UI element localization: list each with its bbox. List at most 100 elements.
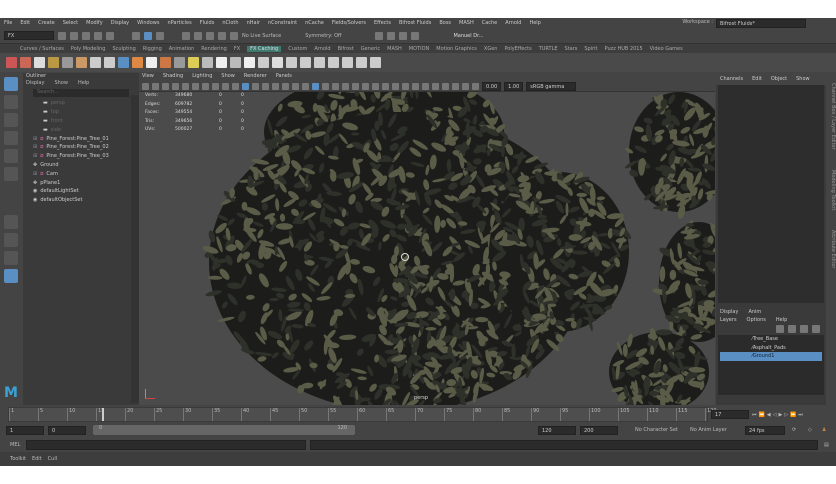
shelf-tab[interactable]: FX Caching <box>247 45 282 52</box>
viewport-tool-icon[interactable] <box>322 82 329 90</box>
viewport-tool-icon[interactable] <box>262 82 269 90</box>
render-settings-icon[interactable] <box>399 31 408 40</box>
outliner-search-input[interactable]: Search... <box>33 89 129 97</box>
layer-row[interactable]: ⁄ Tree_Base <box>720 335 822 344</box>
viewport-tool-icon[interactable] <box>342 82 349 90</box>
outliner-item[interactable]: ▬ persp <box>23 99 139 108</box>
menu-ncache[interactable]: nCache <box>305 20 324 26</box>
shelf-tool-icon[interactable] <box>244 57 255 68</box>
step-back-icon[interactable]: ◀ <box>767 412 771 418</box>
layer-menu-item[interactable]: Help <box>776 317 787 325</box>
symmetry-dropdown[interactable]: Symmetry: Off <box>305 33 341 39</box>
open-scene-icon[interactable] <box>70 31 78 40</box>
menu-cache[interactable]: Cache <box>482 20 498 26</box>
viewport-tool-icon[interactable] <box>212 82 219 90</box>
viewport-menu-item[interactable]: Shading <box>163 73 183 81</box>
shelf-tool-icon[interactable] <box>314 57 325 68</box>
mel-label[interactable]: MEL <box>10 442 20 448</box>
shelf-tab[interactable]: FX <box>234 46 240 52</box>
layer-row[interactable]: ⁄ Ground1 <box>720 352 822 361</box>
move-layer-up-icon[interactable] <box>800 325 808 333</box>
viewport-tool-icon[interactable] <box>222 82 229 90</box>
viewport-tool-icon[interactable] <box>302 82 309 90</box>
viewport-tool-icon[interactable] <box>372 82 379 90</box>
outliner-scrollbar[interactable] <box>131 95 139 403</box>
shelf-tool-icon[interactable] <box>34 57 45 68</box>
viewport-tool-icon[interactable] <box>462 82 469 90</box>
shelf-tab[interactable]: Animation <box>169 46 195 52</box>
manipulator-icon[interactable] <box>401 253 409 261</box>
viewport-menu-item[interactable]: View <box>142 73 154 81</box>
side-tab[interactable]: Attribute Editor <box>826 230 836 268</box>
viewport-tool-icon[interactable] <box>472 82 479 90</box>
current-time-marker[interactable] <box>101 408 104 421</box>
shelf-tab[interactable]: MASH <box>387 46 402 52</box>
ipr-render-icon[interactable] <box>387 31 396 40</box>
viewport-tool-icon[interactable] <box>412 82 419 90</box>
shelf-tool-icon[interactable] <box>132 57 143 68</box>
shelf-tab[interactable]: Generic <box>361 46 380 52</box>
shelf-tool-icon[interactable] <box>146 57 157 68</box>
shelf-tab[interactable]: Puzz HUB 2015 <box>605 46 643 52</box>
outliner-item[interactable]: ⊞ ⧄ Pine_Forest:Pine_Tree_03 <box>23 152 139 161</box>
side-tab[interactable]: Channel Box / Layer Editor <box>826 83 836 150</box>
shelf-tab[interactable]: Poly Modeling <box>71 46 106 52</box>
outliner-item[interactable]: ⊞ ⧄ Pine_Forest:Pine_Tree_02 <box>23 143 139 152</box>
viewport-tool-icon[interactable] <box>192 82 199 90</box>
shelf-tool-icon[interactable] <box>202 57 213 68</box>
shelf-tab[interactable]: Stars <box>565 46 578 52</box>
color-space-dropdown[interactable]: sRGB gamma <box>526 81 577 91</box>
shelf-tool-icon[interactable] <box>118 57 129 68</box>
go-start-icon[interactable]: ⏮ <box>752 412 757 418</box>
shelf-tool-icon[interactable] <box>286 57 297 68</box>
viewport-tool-icon[interactable] <box>182 82 189 90</box>
end-frame-field[interactable]: 200 <box>580 425 618 435</box>
viewport-tool-icon[interactable] <box>292 82 299 90</box>
menu-help[interactable]: Help <box>529 20 540 26</box>
lasso-tool-icon[interactable] <box>4 95 18 109</box>
command-input[interactable] <box>26 440 306 450</box>
workspace-selector[interactable]: Workspace : Bifrost Fluids* <box>682 19 806 28</box>
outliner-item[interactable]: ▬ side <box>23 125 139 134</box>
shelf-tab[interactable]: Bifrost <box>338 46 354 52</box>
menu-windows[interactable]: Windows <box>137 20 159 26</box>
shelf-tool-icon[interactable] <box>174 57 185 68</box>
shelf-tool-icon[interactable] <box>6 57 17 68</box>
shelf-tool-icon[interactable] <box>356 57 367 68</box>
outliner-item[interactable]: ✥ pPlane1 <box>23 178 139 187</box>
new-layer-icon[interactable] <box>776 325 784 333</box>
anim-layer-dropdown[interactable]: No Anim Layer <box>690 427 727 433</box>
persp-outliner-layout-icon[interactable] <box>4 269 18 283</box>
channel-box-menu-item[interactable]: Edit <box>752 76 762 82</box>
menu-mash[interactable]: MASH <box>459 20 474 26</box>
viewport-tool-icon[interactable] <box>202 82 209 90</box>
expand-icon[interactable]: ⊞ <box>33 144 37 150</box>
expand-icon[interactable]: ⊞ <box>33 153 37 159</box>
menu-nparticles[interactable]: nParticles <box>167 20 191 26</box>
select-hierarchy-icon[interactable] <box>132 31 140 40</box>
viewport-tool-icon[interactable] <box>282 82 289 90</box>
outliner-item[interactable]: ⊞ ⧄ Cam <box>23 169 139 178</box>
viewport-tool-icon[interactable] <box>272 82 279 90</box>
shelf-tab[interactable]: Rigging <box>143 46 162 52</box>
select-tool-icon[interactable] <box>4 77 18 91</box>
shelf-tool-icon[interactable] <box>104 57 115 68</box>
shelf-tool-icon[interactable] <box>300 57 311 68</box>
viewport-tool-icon[interactable] <box>362 82 369 90</box>
shelf-tab[interactable]: Arnold <box>314 46 330 52</box>
shelf-tool-icon[interactable] <box>76 57 87 68</box>
viewport-scene[interactable] <box>139 92 715 405</box>
select-object-icon[interactable] <box>144 31 152 40</box>
render-icon[interactable] <box>375 31 384 40</box>
viewport-tool-icon[interactable] <box>442 82 449 90</box>
viewport-tool-icon[interactable] <box>432 82 439 90</box>
gamma-field[interactable]: 1.00 <box>504 81 524 91</box>
snap-point-icon[interactable] <box>206 31 214 40</box>
expand-icon[interactable]: ⊞ <box>33 171 37 177</box>
playback-end-field[interactable]: 120 <box>538 425 576 435</box>
snap-surface-icon[interactable] <box>230 31 238 40</box>
play-forward-icon[interactable]: ▶ <box>778 412 782 418</box>
shelf-tool-icon[interactable] <box>328 57 339 68</box>
undo-icon[interactable] <box>94 31 102 40</box>
shelf-tool-icon[interactable] <box>370 57 381 68</box>
